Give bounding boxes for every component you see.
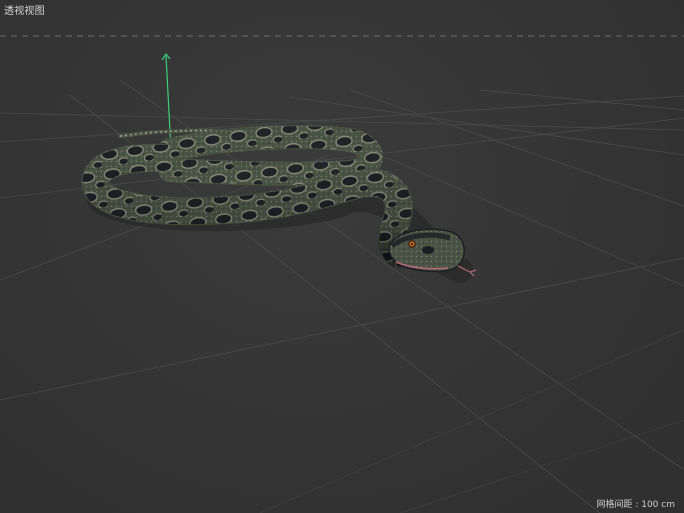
grid-spacing-readout: 网格间距 : 100 cm xyxy=(596,497,675,510)
viewport-title: 透视视图 xyxy=(4,6,45,17)
grid-spacing-separator: : xyxy=(632,500,642,510)
snake-head xyxy=(388,228,477,277)
y-axis-gizmo[interactable] xyxy=(161,52,172,151)
snake-model[interactable] xyxy=(81,125,477,283)
viewport-canvas[interactable]: 透视视图 网格间距 : 100 cm xyxy=(0,0,684,513)
grid-spacing-label: 网格间距 xyxy=(596,500,633,510)
scene-render[interactable] xyxy=(0,0,684,513)
grid-spacing-value: 100 cm xyxy=(641,500,675,510)
